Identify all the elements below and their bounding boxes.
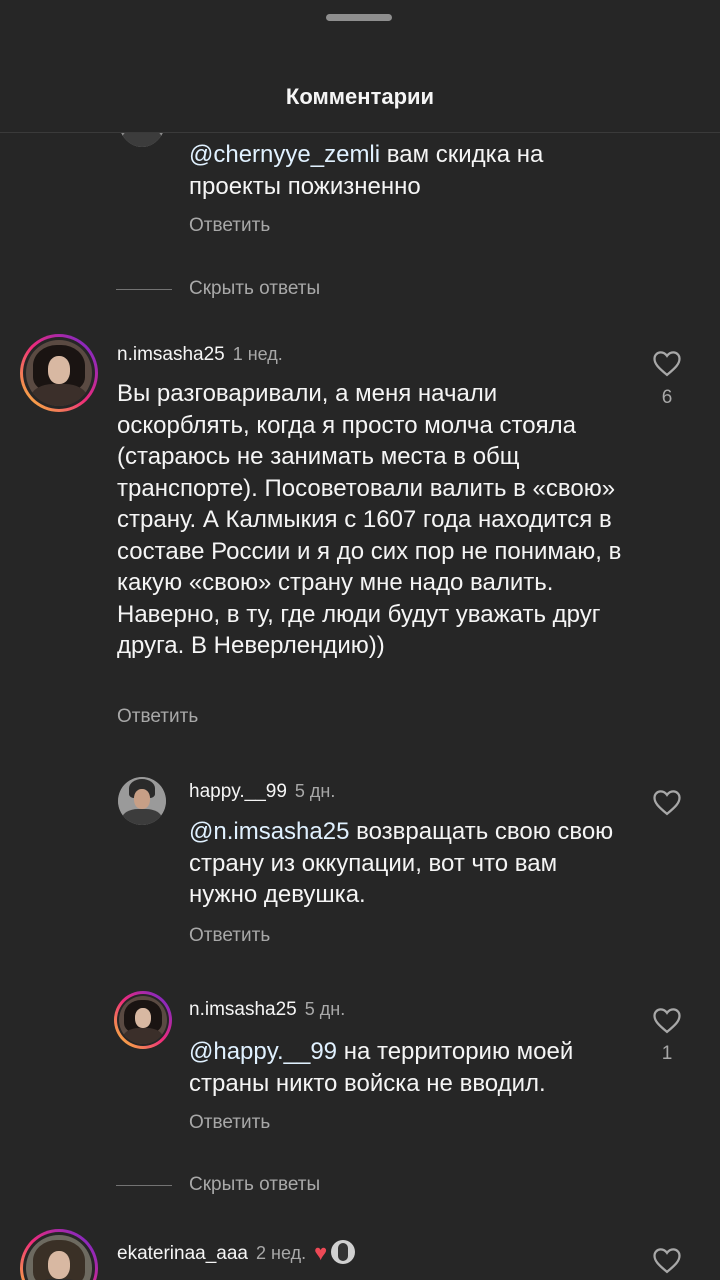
username[interactable]: n.imsasha25: [189, 999, 297, 1020]
like-heart-icon[interactable]: [652, 1246, 682, 1274]
like-heart-icon[interactable]: [652, 1006, 682, 1034]
like-heart-icon[interactable]: [652, 788, 682, 816]
comment-time: 5 дн.: [294, 781, 336, 801]
mention-link[interactable]: @happy.__99: [189, 1038, 337, 1065]
comment-username[interactable]: happy.__99 5 дн.: [189, 781, 335, 803]
comment-text: @happy.__99 на территорию моей страны ни…: [189, 1038, 574, 1097]
hide-replies-line: [116, 289, 172, 290]
comment-time: 2 нед.: [256, 1243, 307, 1263]
avatar[interactable]: [20, 1229, 98, 1280]
comment-username[interactable]: ekaterinaa_aaa 2 нед. ♥: [117, 1240, 356, 1266]
comment-text: Вы разговаривали, а меня начали оскорбля…: [117, 380, 622, 659]
mention-link[interactable]: @chernyye_zemli: [189, 141, 380, 168]
comment-text: @chernyye_zemli вам скидка на проекты по…: [189, 141, 544, 200]
avatar[interactable]: [20, 334, 98, 412]
hide-replies-line: [116, 1185, 172, 1186]
reply-button[interactable]: Ответить: [117, 706, 198, 728]
reply-button[interactable]: Ответить: [189, 925, 270, 947]
comment-text: @n.imsasha25 возвращать свою свою страну…: [189, 818, 614, 908]
like-heart-icon[interactable]: [652, 349, 682, 377]
drag-handle[interactable]: [326, 14, 392, 21]
username[interactable]: n.imsasha25: [117, 344, 225, 365]
reply-button[interactable]: Ответить: [189, 215, 270, 237]
hide-replies-button[interactable]: Скрыть ответы: [189, 278, 320, 300]
hide-replies-button[interactable]: Скрыть ответы: [189, 1174, 320, 1196]
reply-button[interactable]: Ответить: [189, 1112, 270, 1134]
comment-time: 5 дн.: [304, 999, 346, 1019]
comment-time: 1 нед.: [232, 344, 283, 364]
comment-username[interactable]: n.imsasha25 1 нед.: [117, 344, 283, 366]
username[interactable]: ekaterinaa_aaa: [117, 1243, 248, 1264]
avatar[interactable]: [118, 777, 166, 825]
like-count: 6: [661, 387, 673, 408]
username[interactable]: happy.__99: [189, 781, 287, 802]
page-title: Комментарии: [285, 84, 435, 109]
avatar[interactable]: [114, 991, 172, 1049]
avatar[interactable]: [118, 133, 166, 147]
comment-username[interactable]: n.imsasha25 5 дн.: [189, 999, 345, 1021]
creator-avatar-icon: [331, 1240, 356, 1264]
comments-list[interactable]: @chernyye_zemli вам скидка на проекты по…: [0, 133, 720, 1280]
creator-liked-heart-icon: ♥: [314, 1240, 328, 1265]
mention-link[interactable]: @n.imsasha25: [189, 818, 349, 845]
like-count: 1: [661, 1043, 673, 1064]
